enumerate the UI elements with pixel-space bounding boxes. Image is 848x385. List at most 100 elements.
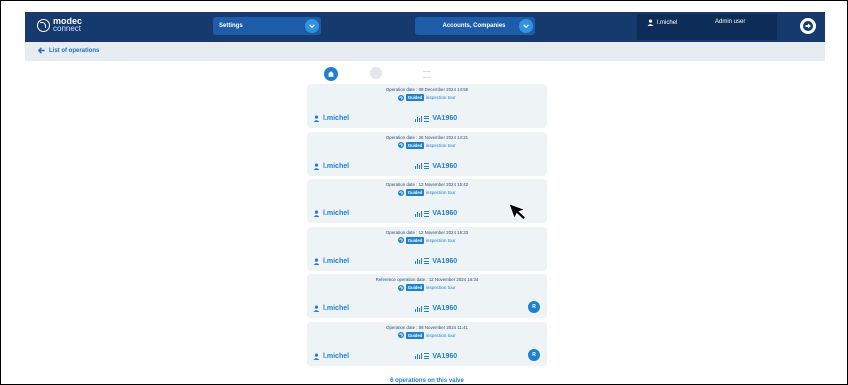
operation-type-label: inspection tour [425, 95, 456, 100]
refresh-icon [398, 94, 405, 101]
operation-date: Operation date : 12 November 2024 16:33 [385, 229, 469, 235]
refresh-icon [398, 189, 405, 196]
timeline-view-icon [328, 71, 334, 77]
menu-icon [424, 163, 430, 170]
mouse-cursor-icon [510, 202, 527, 221]
accounts-companies-dropdown[interactable]: Accounts, Companies [415, 17, 535, 35]
back-to-operations-link[interactable]: List of operations [38, 47, 99, 54]
operation-type-label: inspection tour [425, 142, 456, 148]
operation-date: Operation date : 26 November 2024 14:21 [385, 134, 469, 140]
operation-valve[interactable]: VA1960 [415, 305, 457, 312]
valve-icon [415, 258, 423, 265]
user-icon [313, 353, 320, 360]
menu-icon [424, 210, 430, 217]
valve-icon [415, 353, 423, 360]
operation-type: Guided inspection tour [307, 94, 547, 101]
logout-icon [803, 21, 813, 31]
menu-icon [424, 258, 430, 265]
logo-icon [37, 18, 50, 32]
app-logo[interactable]: modec connect [37, 17, 82, 33]
operation-card[interactable]: Operation date : 08 November 2024 11:41 … [307, 321, 547, 366]
valve-icon [415, 115, 423, 122]
operation-valve[interactable]: VA1960 [415, 115, 457, 122]
refresh-icon [398, 237, 405, 244]
operation-date: Reference operation date : 12 November 2… [375, 277, 479, 283]
operation-type: Guided inspection tour [307, 141, 547, 149]
operation-type-label: inspection tour [425, 237, 456, 243]
guided-badge: Guided [405, 284, 425, 292]
menu-icon [424, 115, 430, 122]
operation-user: l.michel [313, 258, 349, 265]
operation-date: Operation date : 08 November 2024 11:41 [386, 324, 468, 330]
operation-valve[interactable]: VA1960 [415, 210, 457, 217]
user-icon [313, 163, 320, 170]
valve-id: VA1960 [432, 210, 458, 218]
operation-type-label: inspection tour [425, 332, 456, 338]
operation-type: Guided inspection tour [307, 189, 547, 197]
reference-badge[interactable]: R [528, 301, 540, 314]
logo-text-sub: connect [53, 24, 82, 33]
operation-date: Operation date : 09 December 2024 14:59 [385, 87, 469, 92]
valve-id: VA1960 [432, 305, 458, 313]
reference-badge[interactable]: R [528, 348, 540, 361]
accounts-dropdown-label: Accounts, Companies [442, 23, 506, 29]
user-icon [647, 19, 654, 26]
operation-user-name: l.michel [323, 162, 350, 170]
operation-user: l.michel [313, 210, 350, 218]
list-view-icon[interactable] [423, 71, 431, 78]
user-icon [313, 115, 320, 122]
refresh-icon [398, 332, 405, 339]
guided-badge: Guided [405, 141, 425, 149]
operation-card[interactable]: Reference operation date : 12 November 2… [307, 274, 547, 319]
operation-user: l.michel [313, 163, 349, 170]
top-header-bar: modec connect Settings Accounts, Compani… [25, 12, 825, 42]
user-menu[interactable]: l.michel Admin user [637, 14, 777, 40]
timeline-view-toggle[interactable] [324, 67, 338, 81]
refresh-icon [398, 142, 405, 149]
operation-user-name: l.michel [323, 115, 350, 122]
user-icon [313, 210, 320, 218]
valve-icon [415, 210, 423, 217]
user-icon [313, 305, 320, 313]
alternate-view-toggle[interactable] [370, 67, 382, 79]
operations-count: 6 operations on this valve [390, 378, 464, 384]
user-icon [313, 258, 320, 265]
chevron-down-icon[interactable] [519, 19, 533, 33]
operation-valve[interactable]: VA1960 [415, 258, 457, 265]
valve-icon [415, 163, 423, 170]
breadcrumb-bar: List of operations [25, 42, 825, 61]
operation-user-name: l.michel [323, 352, 350, 360]
settings-dropdown[interactable]: Settings [213, 17, 321, 35]
operation-valve[interactable]: VA1960 [415, 353, 457, 360]
operation-type-label: inspection tour [425, 285, 456, 291]
arrow-left-icon [38, 47, 45, 54]
refresh-icon [398, 284, 405, 291]
logout-button[interactable] [800, 18, 816, 34]
operation-user: l.michel [313, 353, 349, 360]
guided-badge: Guided [405, 189, 425, 197]
valve-id: VA1960 [432, 257, 458, 265]
operation-user-name: l.michel [323, 305, 350, 313]
operation-card[interactable]: Operation date : 12 November 2024 16:33 … [307, 226, 547, 271]
operation-date: Operation date : 13 November 2024 15:42 [385, 182, 469, 188]
operation-type: Guided inspection tour [307, 331, 547, 339]
valve-icon [415, 305, 423, 312]
valve-id: VA1960 [432, 162, 458, 170]
operation-type: Guided inspection tour [307, 236, 547, 244]
settings-dropdown-label: Settings [219, 23, 243, 29]
menu-icon [424, 353, 430, 360]
guided-badge: Guided [405, 236, 425, 244]
operation-valve[interactable]: VA1960 [415, 163, 457, 170]
valve-id: VA1960 [432, 352, 458, 360]
operation-user-name: l.michel [323, 210, 350, 218]
operation-card[interactable]: Operation date : 26 November 2024 14:21 … [307, 131, 547, 176]
guided-badge: Guided [405, 94, 425, 101]
operation-user: l.michel [313, 115, 349, 122]
chevron-down-icon[interactable] [305, 19, 319, 33]
user-role: Admin user [715, 19, 746, 25]
operation-user: l.michel [313, 305, 350, 313]
menu-icon [424, 305, 430, 312]
operation-card[interactable]: Operation date : 09 December 2024 14:59 … [307, 84, 547, 128]
back-link-label: List of operations [49, 47, 100, 54]
valve-id: VA1960 [432, 115, 458, 122]
